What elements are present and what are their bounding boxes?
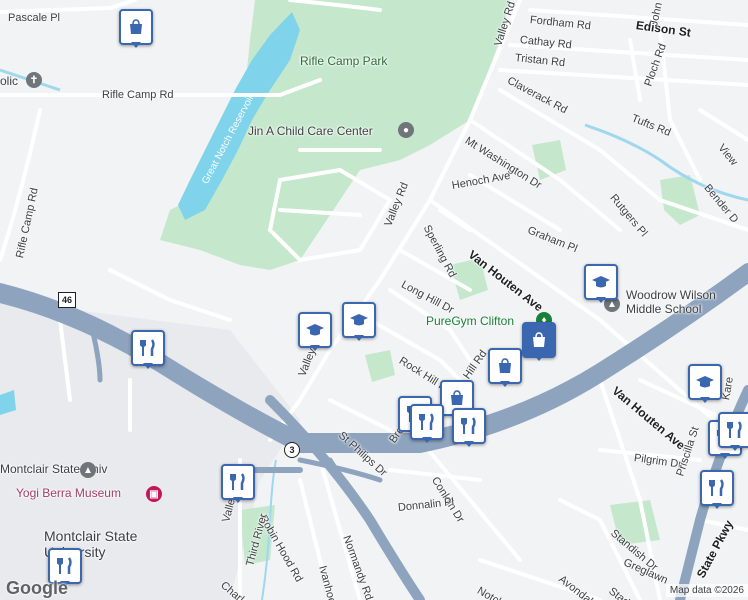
route-46-shield: 46 xyxy=(58,292,76,308)
fork-knife-icon xyxy=(230,473,245,490)
restaurant-pin[interactable] xyxy=(718,412,748,451)
restaurant-pin[interactable] xyxy=(452,408,486,447)
education-pin[interactable] xyxy=(342,302,376,341)
shopping-bag-icon xyxy=(533,332,545,347)
education-pin[interactable] xyxy=(688,364,722,403)
restaurant-pin[interactable] xyxy=(410,404,444,443)
map-attribution[interactable]: Map data ©2026 xyxy=(665,584,748,597)
museum-icon[interactable]: ▣ xyxy=(146,486,162,502)
university-icon[interactable]: ▲ xyxy=(80,462,96,478)
google-logo: Google xyxy=(6,578,68,598)
fork-knife-icon xyxy=(419,413,434,430)
poi-label-church[interactable]: olic xyxy=(0,74,18,88)
restaurant-pin[interactable] xyxy=(700,470,734,509)
poi-label-school[interactable]: Woodrow Wilson Middle School xyxy=(626,288,716,316)
church-icon[interactable]: ✝ xyxy=(26,72,42,88)
fork-knife-icon xyxy=(461,417,476,434)
shopping-bag-pin[interactable] xyxy=(119,9,153,48)
graduation-cap-icon xyxy=(592,276,610,288)
shopping-bag-icon xyxy=(451,390,463,405)
shopping-bag-pin[interactable] xyxy=(488,348,522,387)
map-canvas[interactable]: Rifle Camp Park Great Notch Reservoir Pa… xyxy=(0,0,748,600)
graduation-cap-icon xyxy=(350,314,368,326)
shopping-bag-icon xyxy=(499,358,511,373)
street-pascale-pl: Pascale Pl xyxy=(8,12,60,24)
fork-knife-icon xyxy=(140,339,155,356)
park-label: Rifle Camp Park xyxy=(300,54,388,68)
shopping-bag-pin[interactable] xyxy=(522,322,556,361)
restaurant-pin[interactable] xyxy=(221,464,255,503)
graduation-cap-icon xyxy=(696,376,714,388)
shopping-bag-icon xyxy=(130,19,142,34)
fork-knife-icon xyxy=(727,421,742,438)
route-3-shield: 3 xyxy=(284,442,300,458)
poi-label-gym[interactable]: PureGym Clifton xyxy=(426,314,514,328)
street-rifle-camp-rd: Rifle Camp Rd xyxy=(102,89,174,101)
fork-knife-icon xyxy=(709,479,724,496)
fork-knife-icon xyxy=(57,557,72,574)
graduation-cap-icon xyxy=(306,324,324,336)
education-pin[interactable] xyxy=(584,264,618,303)
poi-label-childcare[interactable]: Jin A Child Care Center xyxy=(248,124,373,138)
childcare-icon[interactable]: ● xyxy=(398,122,414,138)
education-pin[interactable] xyxy=(298,312,332,351)
restaurant-pin[interactable] xyxy=(131,330,165,369)
poi-label-museum[interactable]: Yogi Berra Museum xyxy=(16,486,121,500)
